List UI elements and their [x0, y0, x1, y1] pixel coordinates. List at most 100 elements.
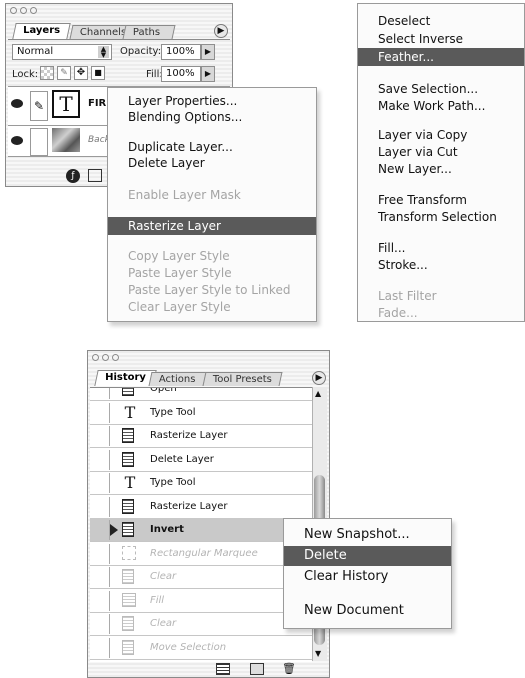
history-row-label: Delete Layer — [150, 453, 214, 465]
snapshot-source-box[interactable] — [92, 637, 110, 658]
history-row[interactable]: Clear — [90, 612, 312, 636]
document-icon — [122, 522, 134, 537]
history-row[interactable]: Rasterize Layer — [90, 424, 312, 448]
menu-item-new-document[interactable]: New Document — [284, 601, 451, 621]
panel-menu-button[interactable]: ▶ — [312, 371, 326, 385]
menu-item-rasterize-layer[interactable]: Rasterize Layer — [108, 217, 316, 235]
lock-position-button[interactable]: ✥ — [74, 66, 88, 80]
menu-item-save-selection[interactable]: Save Selection... — [358, 80, 524, 98]
snapshot-source-box[interactable] — [92, 402, 110, 423]
snapshot-source-box[interactable] — [92, 388, 110, 399]
menu-item-make-work-path[interactable]: Make Work Path... — [358, 97, 524, 115]
tab-tool-presets[interactable]: Tool Presets — [202, 372, 283, 386]
menu-item-fade[interactable]: Fade... — [358, 304, 524, 322]
opacity-input[interactable]: 100% — [161, 44, 201, 60]
history-row[interactable]: Rasterize Layer — [90, 495, 312, 519]
history-row-label: Rasterize Layer — [150, 500, 228, 512]
trash-icon[interactable]: 🗑 — [282, 662, 296, 675]
menu-item-blending-options[interactable]: Blending Options... — [108, 108, 316, 126]
snapshot-source-box[interactable] — [92, 614, 110, 634]
eye-icon[interactable] — [11, 99, 23, 108]
menu-item-delete[interactable]: Delete — [284, 546, 451, 566]
menu-item-feather[interactable]: Feather... — [358, 48, 524, 66]
menu-item-deselect[interactable]: Deselect — [358, 12, 524, 30]
zoom-window-button[interactable] — [112, 354, 119, 361]
snapshot-source-box[interactable] — [92, 426, 110, 446]
opacity-slider-button[interactable]: ▶ — [201, 44, 215, 60]
zoom-window-button[interactable] — [30, 7, 37, 14]
add-mask-icon[interactable] — [88, 169, 102, 182]
selection-context-menu: Deselect Select Inverse Feather... Save … — [357, 3, 525, 322]
snapshot-source-box[interactable] — [92, 473, 110, 493]
tab-history[interactable]: History — [94, 370, 157, 386]
layer-style-icon[interactable]: ƒ — [66, 169, 80, 183]
history-row[interactable]: Fill — [90, 589, 312, 613]
lock-transparency-button[interactable] — [40, 66, 54, 80]
history-row[interactable]: T Type Tool — [90, 471, 312, 495]
type-tool-icon: T — [124, 402, 136, 422]
fill-icon — [122, 592, 136, 607]
tab-layers[interactable]: Layers — [12, 23, 71, 39]
snapshot-icon[interactable] — [250, 663, 264, 675]
new-document-icon[interactable] — [216, 663, 230, 675]
snapshot-source-box[interactable] — [92, 567, 110, 587]
lock-all-button[interactable]: ■ — [91, 66, 105, 80]
fill-slider-button[interactable]: ▶ — [201, 66, 215, 82]
menu-item-stroke[interactable]: Stroke... — [358, 256, 524, 274]
minimize-window-button[interactable] — [102, 354, 109, 361]
menu-item-last-filter[interactable]: Last Filter — [358, 287, 524, 305]
blend-mode-select[interactable]: Normal ▲ ▼ — [12, 44, 112, 60]
tab-paths[interactable]: Paths — [122, 25, 176, 39]
lock-image-button[interactable]: ✎ — [57, 66, 71, 80]
snapshot-source-box[interactable] — [92, 496, 110, 517]
snapshot-source-box[interactable] — [92, 520, 110, 540]
minimize-window-button[interactable] — [20, 7, 27, 14]
history-row-label: Move Selection — [150, 641, 227, 653]
select-arrows-icon: ▲ ▼ — [98, 46, 109, 59]
history-row[interactable]: Open — [90, 388, 312, 401]
menu-item-clear-layer-style[interactable]: Clear Layer Style — [108, 298, 316, 316]
menu-item-fill[interactable]: Fill... — [358, 239, 524, 257]
document-icon — [122, 639, 134, 655]
snapshot-source-box[interactable] — [92, 543, 110, 564]
brush-icon[interactable]: ✎ — [30, 91, 48, 121]
eye-icon[interactable] — [11, 136, 23, 145]
document-icon — [122, 498, 134, 514]
close-window-button[interactable] — [92, 354, 99, 361]
scroll-up-arrow[interactable]: ▲ — [315, 389, 321, 398]
history-row[interactable]: Delete Layer — [90, 448, 312, 472]
menu-item-select-inverse[interactable]: Select Inverse — [358, 30, 524, 48]
menu-item-paste-layer-style[interactable]: Paste Layer Style — [108, 264, 316, 282]
menu-item-layer-via-copy[interactable]: Layer via Copy — [358, 126, 524, 144]
history-row-label: Type Tool — [150, 477, 196, 488]
document-icon — [122, 388, 134, 396]
tab-divider — [8, 39, 230, 40]
history-list: Open T Type Tool Rasterize Layer Delete Laye… — [90, 387, 312, 662]
tab-actions[interactable]: Actions — [148, 372, 207, 386]
menu-item-transform-selection[interactable]: Transform Selection — [358, 208, 524, 226]
menu-item-new-layer[interactable]: New Layer... — [358, 160, 524, 178]
history-row[interactable]: Invert — [90, 518, 312, 542]
panel-menu-button[interactable]: ▶ — [214, 24, 228, 38]
close-window-button[interactable] — [10, 7, 17, 14]
menu-item-clear-history[interactable]: Clear History — [284, 567, 451, 587]
history-row-label: Clear — [150, 618, 177, 629]
document-icon — [122, 451, 134, 467]
menu-item-enable-layer-mask[interactable]: Enable Layer Mask — [108, 186, 316, 204]
scroll-down-arrow[interactable]: ▼ — [315, 649, 321, 658]
history-row[interactable]: Move Selection — [90, 636, 312, 660]
history-state-slider-icon[interactable] — [110, 524, 118, 536]
history-row[interactable]: Rectangular Marquee — [90, 542, 312, 566]
menu-item-delete-layer[interactable]: Delete Layer — [108, 154, 316, 172]
menu-item-new-snapshot[interactable]: New Snapshot... — [284, 525, 451, 545]
menu-item-paste-layer-style-linked[interactable]: Paste Layer Style to Linked — [108, 281, 316, 299]
fill-input[interactable]: 100% — [161, 66, 201, 82]
menu-item-free-transform[interactable]: Free Transform — [358, 191, 524, 209]
link-box[interactable] — [30, 128, 48, 156]
snapshot-source-box[interactable] — [92, 449, 110, 470]
snapshot-source-box[interactable] — [92, 590, 110, 611]
menu-item-copy-layer-style[interactable]: Copy Layer Style — [108, 247, 316, 265]
history-row[interactable]: T Type Tool — [90, 401, 312, 425]
menu-item-layer-via-cut[interactable]: Layer via Cut — [358, 143, 524, 161]
history-row[interactable]: Clear — [90, 565, 312, 589]
